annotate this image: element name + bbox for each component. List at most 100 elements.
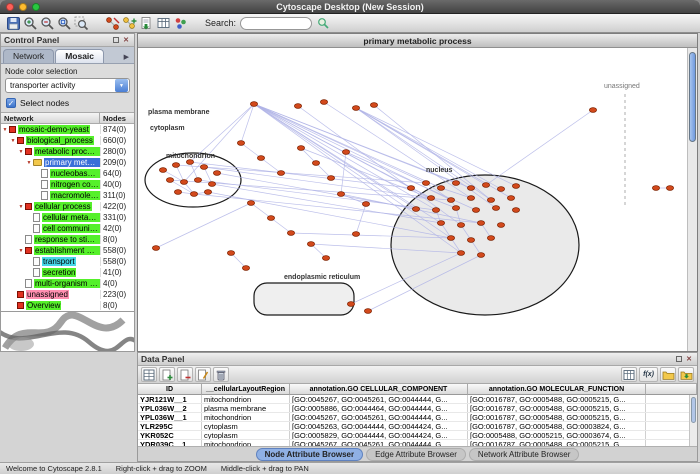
- attribute-matrix-button[interactable]: [621, 367, 637, 382]
- tree-expander-icon[interactable]: ▼: [17, 248, 25, 254]
- tree-row[interactable]: multi-organism proce4(0): [1, 278, 134, 289]
- network-edge[interactable]: [156, 203, 251, 248]
- network-node[interactable]: [337, 192, 344, 197]
- tab-network[interactable]: Network: [3, 49, 54, 63]
- zoom-in-button[interactable]: [22, 15, 39, 32]
- network-node[interactable]: [370, 103, 377, 108]
- select-attributes-button[interactable]: [141, 367, 157, 382]
- zoom-out-button[interactable]: [39, 15, 56, 32]
- tree-column-nodes[interactable]: Nodes: [100, 113, 134, 123]
- tree-row[interactable]: transport558(0): [1, 256, 134, 267]
- network-edge[interactable]: [254, 104, 441, 223]
- network-node[interactable]: [267, 216, 274, 221]
- tree-row[interactable]: cellular metabolic pr331(0): [1, 212, 134, 223]
- zoom-selected-button[interactable]: [73, 15, 90, 32]
- tree-node-label[interactable]: nucleobase compoun: [50, 169, 100, 178]
- tree-node-label[interactable]: multi-organism proce: [34, 279, 100, 288]
- load-attributes-button[interactable]: [678, 367, 694, 382]
- network-node[interactable]: [477, 253, 484, 258]
- network-node[interactable]: [320, 100, 327, 105]
- table-row[interactable]: YDR039C__1mitochondrion[GO:0045267, GO:0…: [138, 440, 697, 446]
- network-node[interactable]: [432, 208, 439, 213]
- network-node[interactable]: [452, 181, 459, 186]
- network-node[interactable]: [152, 246, 159, 251]
- network-node[interactable]: [242, 266, 249, 271]
- float-panel-icon[interactable]: [113, 37, 119, 43]
- tab-network-attribute-browser[interactable]: Network Attribute Browser: [469, 448, 579, 461]
- network-node[interactable]: [589, 108, 596, 113]
- tree-node-label[interactable]: Overview: [26, 301, 61, 310]
- network-node[interactable]: [666, 186, 673, 191]
- network-node[interactable]: [294, 104, 301, 109]
- network-node[interactable]: [487, 236, 494, 241]
- network-edge[interactable]: [204, 167, 431, 198]
- tree-node-label[interactable]: unassigned: [26, 290, 69, 299]
- network-node[interactable]: [422, 181, 429, 186]
- close-panel-icon[interactable]: ✕: [121, 37, 131, 44]
- network-node[interactable]: [190, 192, 197, 197]
- tab-node-attribute-browser[interactable]: Node Attribute Browser: [256, 448, 364, 461]
- network-node[interactable]: [204, 190, 211, 195]
- tree-node-label[interactable]: cellular metabolic pr: [42, 213, 100, 222]
- tree-row[interactable]: nucleobase compoun64(0): [1, 168, 134, 179]
- network-node[interactable]: [342, 150, 349, 155]
- scrollbar-thumb[interactable]: [689, 52, 696, 142]
- network-node[interactable]: [227, 251, 234, 256]
- create-attribute-button[interactable]: [159, 367, 175, 382]
- network-node[interactable]: [477, 221, 484, 226]
- column-header[interactable]: __cellularLayoutRegion: [202, 384, 290, 395]
- network-edge[interactable]: [251, 203, 271, 218]
- tree-node-label[interactable]: macromolecule meta: [50, 191, 100, 200]
- zoom-fit-button[interactable]: [56, 15, 73, 32]
- network-node[interactable]: [412, 207, 419, 212]
- network-node[interactable]: [497, 223, 504, 228]
- search-options-button[interactable]: [316, 16, 331, 31]
- tree-column-network[interactable]: Network: [1, 113, 100, 123]
- network-node[interactable]: [497, 187, 504, 192]
- network-view-title[interactable]: primary metabolic process: [138, 34, 697, 48]
- network-node[interactable]: [237, 141, 244, 146]
- tree-node-label[interactable]: secretion: [42, 268, 76, 277]
- tab-edge-attribute-browser[interactable]: Edge Attribute Browser: [366, 448, 466, 461]
- tab-mosaic[interactable]: Mosaic: [55, 49, 104, 63]
- tree-node-label[interactable]: nitrogen compound: [50, 180, 100, 189]
- network-node[interactable]: [437, 186, 444, 191]
- tree-node-label[interactable]: metabolic process: [34, 147, 100, 156]
- table-row[interactable]: YPL036W__1mitochondrion[GO:0045267, GO:0…: [138, 413, 697, 422]
- network-node[interactable]: [364, 309, 371, 314]
- tree-node-label[interactable]: mosaic-demo-yeast: [18, 125, 90, 134]
- tree-expander-icon[interactable]: ▼: [9, 138, 17, 144]
- table-row[interactable]: YKR052Ccytoplasm[GO:0005829, GO:0044444,…: [138, 431, 697, 440]
- network-node[interactable]: [512, 184, 519, 189]
- network-edge[interactable]: [212, 184, 441, 223]
- close-panel-icon[interactable]: ✕: [684, 356, 694, 363]
- network-node[interactable]: [467, 196, 474, 201]
- network-node[interactable]: [457, 223, 464, 228]
- table-row[interactable]: YLR295Ccytoplasm[GO:0045263, GO:0044444,…: [138, 422, 697, 431]
- network-node[interactable]: [472, 208, 479, 213]
- tree-row[interactable]: Overview8(0): [1, 300, 134, 311]
- network-node[interactable]: [407, 186, 414, 191]
- edit-attribute-button[interactable]: [195, 367, 211, 382]
- network-overview-preview[interactable]: [1, 311, 134, 351]
- table-scrollbar[interactable]: [689, 395, 697, 446]
- tree-row[interactable]: unassigned223(0): [1, 289, 134, 300]
- network-node[interactable]: [652, 186, 659, 191]
- network-node[interactable]: [427, 196, 434, 201]
- import-table-button[interactable]: [155, 15, 172, 32]
- network-node[interactable]: [174, 190, 181, 195]
- table-scrollbar-thumb[interactable]: [691, 397, 696, 423]
- network-canvas[interactable]: plasma membranecytoplasmmitochondrionnuc…: [138, 48, 697, 351]
- network-edge[interactable]: [254, 104, 471, 188]
- tree-row[interactable]: macromolecule meta311(0): [1, 190, 134, 201]
- tree-node-label[interactable]: cellular process: [34, 202, 92, 211]
- tree-expander-icon[interactable]: ▼: [25, 160, 33, 166]
- tree-row[interactable]: cell communication42(0): [1, 223, 134, 234]
- column-header[interactable]: annotation.GO MOLECULAR_FUNCTION: [468, 384, 646, 395]
- network-node[interactable]: [247, 201, 254, 206]
- tree-row[interactable]: ▼primary metabolic proc209(0): [1, 157, 134, 168]
- search-input[interactable]: [240, 17, 312, 30]
- network-node[interactable]: [467, 186, 474, 191]
- float-panel-icon[interactable]: [676, 356, 682, 362]
- tree-node-label[interactable]: biological_process: [26, 136, 94, 145]
